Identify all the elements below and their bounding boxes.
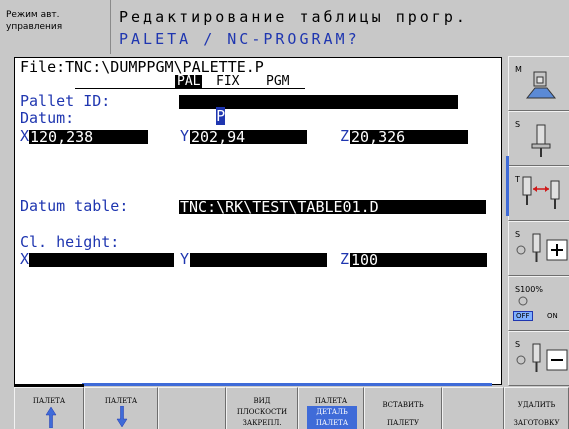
side-softkey-s100-label: S100% xyxy=(515,285,543,294)
file-path: File:TNC:\DUMPPGM\PALETTE.P xyxy=(20,58,264,76)
datum-label: Datum: xyxy=(20,109,75,127)
off-toggle[interactable]: OFF xyxy=(513,311,533,321)
softkey-insert-line-1: ВСТАВИТЬ xyxy=(382,401,424,409)
datum-z-label: Z xyxy=(340,127,350,145)
cl-x-label: X xyxy=(20,250,30,268)
tab-pgm[interactable]: PGM xyxy=(266,75,289,88)
title-panel: Редактирование таблицы прогр. PALETA / N… xyxy=(111,0,569,54)
tool-change-icon xyxy=(522,176,560,209)
title-line-2: PALETA / NC-PROGRAM? xyxy=(119,30,360,48)
softkey-view-line-3: ЗАКРЕПЛ. xyxy=(242,419,282,427)
softkey-empty-1[interactable] xyxy=(158,387,226,429)
side-softkey-s100[interactable]: S100% OFF ON xyxy=(508,276,569,331)
cl-height-label: Cl. height: xyxy=(20,233,120,251)
spindle-m-icon xyxy=(525,71,557,99)
side-softkey-s-plus[interactable]: S xyxy=(508,221,569,276)
datum-z-field[interactable]: 20,326 xyxy=(350,130,468,145)
softkey-insert-pallet[interactable]: ВСТАВИТЬ ПАЛЕТУ xyxy=(364,387,442,429)
on-toggle[interactable]: ON xyxy=(547,312,558,320)
spindle-s-icon xyxy=(531,124,551,157)
softkey-ppp-line-1: ПАЛЕТА xyxy=(314,397,348,405)
datum-table-label: Datum table: xyxy=(20,197,129,215)
title-line-1: Редактирование таблицы прогр. xyxy=(119,8,468,26)
pallet-editor-panel: File:TNC:\DUMPPGM\PALETTE.P PAL FIX PGM … xyxy=(14,57,502,385)
softkey-ppp-line-2: ДЕТАЛЬ xyxy=(316,408,348,416)
datum-y-field[interactable]: 202,94 xyxy=(190,130,307,145)
datum-y-label: Y xyxy=(180,127,190,145)
pallet-id-value: AL4-206-4 xyxy=(225,107,307,125)
softkey-delete-line-1: УДАЛИТЬ xyxy=(517,401,556,409)
side-softkey-m-label: M xyxy=(515,65,522,74)
side-softkey-t[interactable]: T xyxy=(508,166,569,221)
tab-pal[interactable]: PAL xyxy=(175,75,203,88)
side-softkey-m[interactable]: M xyxy=(508,56,569,111)
softkey-delete-line-2: ЗАГОТОВКУ xyxy=(513,419,560,427)
softkey-view-line-1: ВИД xyxy=(253,397,271,405)
side-softkey-bar-indicator xyxy=(506,156,509,216)
softkey-delete-blank[interactable]: УДАЛИТЬ ЗАГОТОВКУ xyxy=(504,387,569,429)
softkey-pallet-down[interactable]: ПАЛЕТА xyxy=(84,387,158,429)
softkey-pallet-up[interactable]: ПАЛЕТА xyxy=(14,387,84,429)
pallet-id-cursor: P xyxy=(216,107,226,125)
side-softkey-s[interactable]: S xyxy=(508,111,569,166)
cl-z-field[interactable]: 100 xyxy=(350,253,487,268)
arrow-down-icon xyxy=(116,406,128,428)
softkey-pallet-down-label: ПАЛЕТА xyxy=(104,397,138,405)
spindle-override-icon xyxy=(518,296,528,306)
softkey-empty-2[interactable] xyxy=(442,387,504,429)
mode-line-1: Режим авт. xyxy=(6,10,60,20)
softkey-ppp-highlight: ДЕТАЛЬ ПАЛЕТА xyxy=(307,406,357,429)
softkey-bar-indicator xyxy=(82,383,492,386)
datum-table-field[interactable]: TNC:\RK\TEST\TABLE01.D xyxy=(179,200,486,215)
datum-x-field[interactable]: 120,238 xyxy=(29,130,148,145)
softkey-pallet-part-pallet[interactable]: ПАЛЕТА ДЕТАЛЬ ПАЛЕТА xyxy=(298,387,364,429)
spindle-speed-minus-icon xyxy=(516,343,568,372)
side-softkey-s-label: S xyxy=(515,120,521,129)
datum-x-label: X xyxy=(20,127,30,145)
pallet-id-label: Pallet ID: xyxy=(20,92,111,110)
mode-panel: Режим авт. управления xyxy=(0,0,111,54)
softkey-view-fixture-plane[interactable]: ВИД ПЛОСКОСТИ ЗАКРЕПЛ. xyxy=(226,387,298,429)
cl-y-label: Y xyxy=(180,250,190,268)
softkey-view-line-2: ПЛОСКОСТИ xyxy=(236,408,288,416)
mode-line-2: управления xyxy=(6,22,63,32)
side-softkey-s-minus[interactable]: S xyxy=(508,331,569,386)
pallet-id-field[interactable]: PAL4-206-4 xyxy=(179,95,458,125)
cl-y-field[interactable] xyxy=(190,253,327,267)
arrow-up-icon xyxy=(45,406,57,428)
softkey-insert-line-2: ПАЛЕТУ xyxy=(386,419,420,427)
cl-x-field[interactable] xyxy=(29,253,174,267)
spindle-speed-plus-icon xyxy=(516,233,568,262)
cl-z-label: Z xyxy=(340,250,350,268)
softkey-ppp-line-3: ПАЛЕТА xyxy=(315,419,349,427)
tab-fix[interactable]: FIX xyxy=(216,75,239,88)
softkey-pallet-up-label: ПАЛЕТА xyxy=(32,397,66,405)
